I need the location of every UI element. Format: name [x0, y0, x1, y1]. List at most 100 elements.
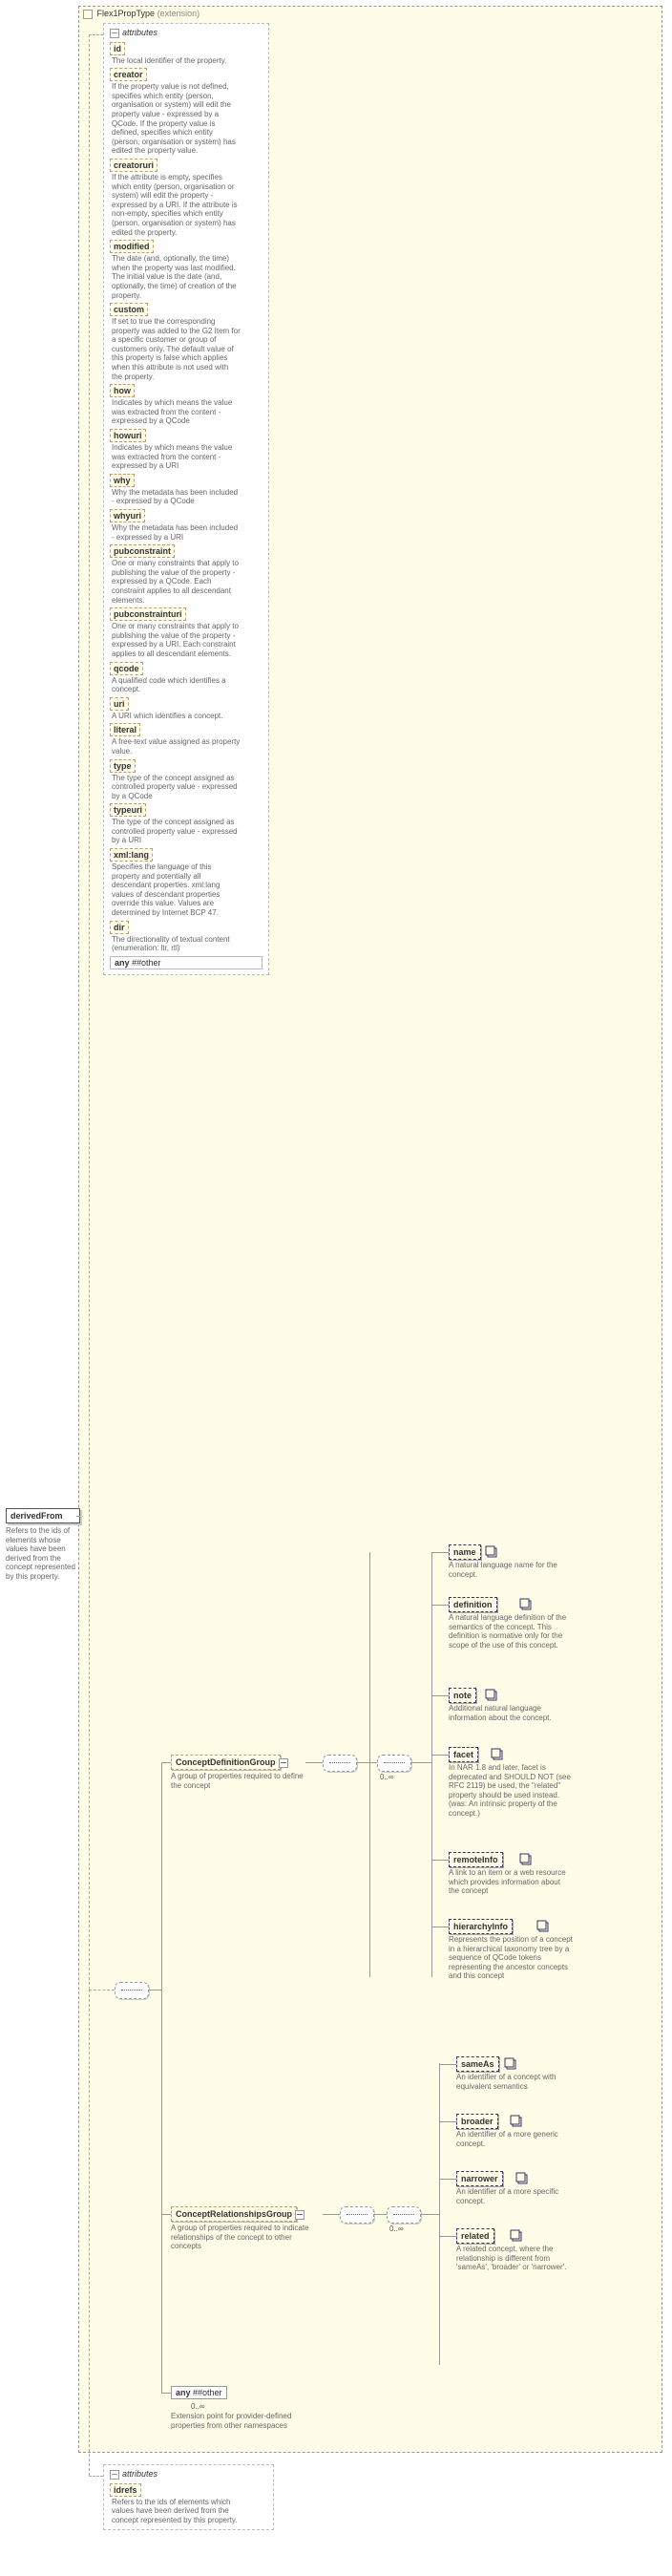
attribute-desc: The type of the concept assigned as cont… [112, 774, 241, 801]
child-element[interactable]: name [449, 1544, 481, 1560]
child-element[interactable]: related [456, 2228, 494, 2244]
attribute-name[interactable]: type [110, 759, 136, 773]
sequence-box[interactable] [377, 1755, 411, 1772]
root-element-desc: Refers to the ids of elements whose valu… [6, 1526, 76, 1582]
sequence-box[interactable] [115, 1982, 149, 1999]
attribute-name[interactable]: creator [110, 68, 147, 81]
sequence-box[interactable] [340, 2206, 374, 2224]
attribute-desc: A qualified code which identifies a conc… [112, 676, 241, 694]
attribute-desc: If the attribute is empty, specifies whi… [112, 173, 241, 237]
connector [439, 2121, 456, 2122]
attribute-name[interactable]: typeuri [110, 803, 146, 817]
attribute-name[interactable]: dir [110, 921, 129, 934]
connector [305, 1762, 323, 1763]
child-element-desc: Represents the position of a concept in … [449, 1935, 573, 1981]
sequence-box[interactable] [323, 1755, 357, 1772]
attribute-desc: If set to true the corresponding propert… [112, 317, 241, 381]
attribute-desc: One or many constraints that apply to pu… [112, 622, 241, 658]
attribute-item: uriA URI which identifies a concept. [110, 697, 262, 721]
attribute-item: whyuriWhy the metadata has been included… [110, 509, 262, 542]
attribute-name[interactable]: why [110, 474, 135, 487]
sequence-box[interactable] [387, 2206, 421, 2224]
multiplicity-icon [485, 1545, 498, 1559]
attribute-name[interactable]: pubconstraint [110, 544, 175, 558]
child-element-desc: In NAR 1.8 and later, facet is deprecate… [449, 1763, 573, 1819]
occurrence: 0..∞ [380, 1773, 394, 1781]
attribute-item: qcodeA qualified code which identifies a… [110, 662, 262, 694]
attribute-item: creatoruriIf the attribute is empty, spe… [110, 159, 262, 237]
multiplicity-icon [485, 1689, 498, 1702]
attribute-name[interactable]: uri [110, 697, 129, 711]
connector [439, 2236, 456, 2237]
connector [369, 1552, 370, 1977]
attribute-name[interactable]: pubconstrainturi [110, 607, 186, 621]
attribute-name[interactable]: how [110, 384, 135, 397]
child-element[interactable]: note [449, 1688, 476, 1703]
connector [410, 1762, 431, 1763]
attribute-name[interactable]: idrefs [110, 2483, 141, 2497]
occurrence: 0..∞ [389, 2225, 404, 2233]
connector [161, 2214, 171, 2215]
attribute-item: whyWhy the metadata has been included - … [110, 474, 262, 506]
connector [161, 2393, 171, 2394]
attribute-name[interactable]: custom [110, 303, 148, 316]
group-concept-relationships[interactable]: ConceptRelationshipsGroup [171, 2206, 297, 2222]
collapse-icon [110, 29, 119, 38]
connector [148, 1990, 161, 1991]
attribute-desc: Why the metadata has been included - exp… [112, 523, 241, 542]
attribute-item: idThe local identifier of the property. [110, 42, 262, 66]
connector [373, 2214, 387, 2215]
attribute-name[interactable]: whyuri [110, 509, 145, 522]
root-element[interactable]: derivedFrom [6, 1508, 80, 1523]
attribute-item: dirThe directionality of textual content… [110, 921, 262, 953]
attribute-item: customIf set to true the corresponding p… [110, 303, 262, 381]
child-element[interactable]: definition [449, 1597, 497, 1612]
child-element[interactable]: broader [456, 2114, 498, 2129]
group-concept-definition[interactable]: ConceptDefinitionGroup [171, 1755, 281, 1770]
child-element[interactable]: sameAs [456, 2056, 499, 2072]
child-element-desc: A related concept, where the relationshi… [456, 2245, 580, 2272]
attribute-name[interactable]: creatoruri [110, 159, 158, 172]
connector [76, 1516, 80, 1517]
attribute-item: pubconstrainturiOne or many constraints … [110, 607, 262, 658]
child-element[interactable]: remoteInfo [449, 1852, 503, 1867]
attribute-item: howIndicates by which means the value wa… [110, 384, 262, 426]
attributes-container-bottom[interactable]: attributes idrefs Refers to the ids of e… [103, 2464, 274, 2530]
connector [89, 1990, 90, 2476]
attribute-desc: The directionality of textual content (e… [112, 935, 241, 953]
attribute-name[interactable]: literal [110, 723, 140, 736]
connector [369, 1762, 377, 1763]
connector [420, 2214, 439, 2215]
child-element[interactable]: facet [449, 1747, 478, 1762]
child-element[interactable]: hierarchyInfo [449, 1919, 513, 1934]
attributes-container-main[interactable]: attributes idThe local identifier of the… [103, 23, 269, 975]
connector [161, 1762, 171, 1763]
attribute-desc: A free-text value assigned as property v… [112, 737, 241, 756]
attribute-name[interactable]: qcode [110, 662, 143, 675]
attributes-header: attributes [122, 2469, 158, 2479]
attribute-desc: Refers to the ids of elements which valu… [112, 2498, 241, 2525]
child-element-desc: A link to an item or a web resource whic… [449, 1868, 573, 1896]
child-element-desc: An identifier of a more generic concept. [456, 2130, 580, 2148]
any-other-element[interactable]: any ##other [171, 2386, 227, 2399]
connector [89, 34, 103, 35]
attribute-name[interactable]: xml:lang [110, 848, 153, 862]
attribute-name[interactable]: howuri [110, 429, 146, 442]
connector [89, 1990, 115, 1991]
attribute-name[interactable]: id [110, 42, 125, 55]
attribute-item: literalA free-text value assigned as pro… [110, 723, 262, 756]
any-other-desc: Extension point for provider-defined pro… [171, 2412, 304, 2430]
attribute-any: any ##other [110, 956, 262, 969]
multiplicity-icon [510, 2115, 523, 2128]
attribute-item: typeThe type of the concept assigned as … [110, 759, 262, 801]
attribute-name[interactable]: modified [110, 240, 154, 253]
connector [431, 1860, 449, 1861]
group-desc: A group of properties required to indica… [171, 2224, 314, 2251]
attribute-item: creatorIf the property value is not defi… [110, 68, 262, 156]
child-element-desc: A natural language name for the concept. [449, 1561, 573, 1579]
attribute-desc: Why the metadata has been included - exp… [112, 488, 241, 506]
connector [431, 1755, 449, 1756]
child-element-desc: Additional natural language information … [449, 1704, 573, 1722]
connector [431, 1552, 449, 1553]
child-element[interactable]: narrower [456, 2171, 503, 2186]
